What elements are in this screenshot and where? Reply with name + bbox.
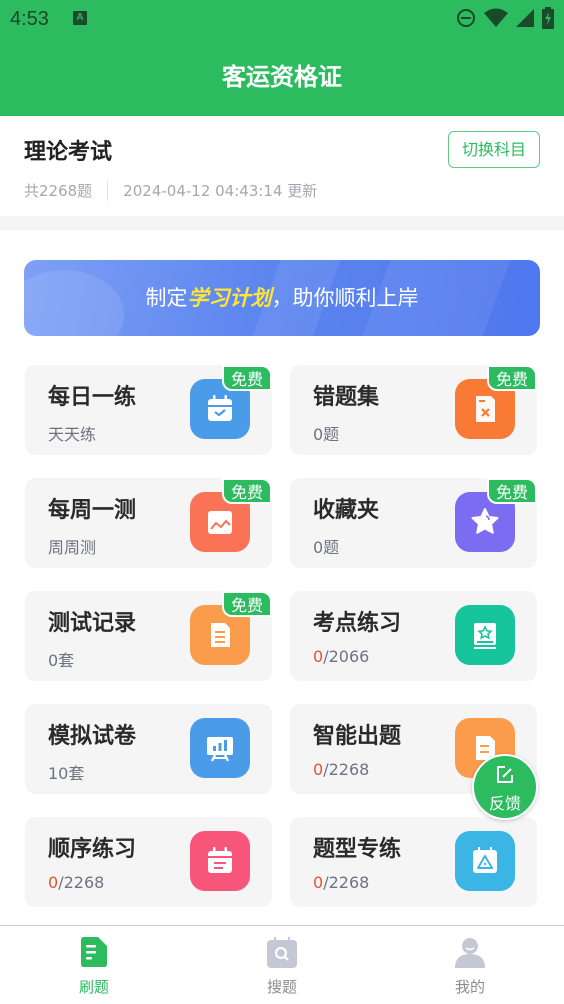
subject-panel: 理论考试 切换科目 共2268题 2024-04-12 04:43:14 更新 [0,116,564,216]
feedback-button[interactable]: 反馈 [472,754,538,820]
feature-card[interactable]: 模拟试卷 10套 [25,704,272,794]
study-plan-banner[interactable]: 制定学习计划，助你顺利上岸 [24,260,540,336]
feedback-label: 反馈 [488,794,521,813]
free-badge: 免费 [222,478,272,504]
card-subtitle: 天天练 [48,425,97,444]
practice-icon [81,937,107,967]
status-time: 4:53 [10,8,49,30]
banner-highlight: 学习计划 [187,286,272,310]
presentation-icon [190,718,250,778]
progress-total: /2268 [323,760,370,779]
card-title: 顺序练习 [48,837,137,862]
feature-card[interactable]: 题型专练 0/2268 [290,817,537,907]
card-subtitle: 0/2268 [48,873,104,892]
signal-icon [516,9,534,27]
card-subtitle: 0题 [313,425,340,444]
free-badge: 免费 [222,591,272,617]
card-subtitle: 0题 [313,538,340,557]
page-title: 客运资格证 [222,63,342,91]
card-title: 收藏夹 [313,498,380,523]
banner-text: 制定学习计划，助你顺利上岸 [24,282,540,312]
progress-total: /2066 [323,647,370,666]
subject-title: 理论考试 [24,140,113,165]
banner-suffix: ，助你顺利上岸 [271,286,419,310]
free-badge: 免费 [487,365,537,391]
bottom-nav: 刷题 搜题 我的 [0,925,564,1004]
feature-card[interactable]: 收藏夹 0题 免费 [290,478,537,568]
list-calendar-icon [190,831,250,891]
card-title: 测试记录 [48,611,137,636]
search-question-icon [267,937,297,968]
card-title: 每日一练 [48,385,137,410]
nav-label: 搜题 [266,978,297,996]
do-not-disturb-icon [457,9,475,27]
card-subtitle: 0套 [48,651,75,670]
progress-total: /2268 [58,873,105,892]
edit-icon [497,766,513,783]
card-subtitle: 0/2066 [313,647,369,666]
nav-label: 刷题 [78,978,109,996]
card-title: 考点练习 [313,611,402,636]
feature-card[interactable]: 错题集 0题 免费 [290,365,537,455]
progress-done: 0 [313,647,324,666]
switch-subject-button[interactable]: 切换科目 [448,131,540,168]
progress-done: 0 [313,760,324,779]
card-title: 智能出题 [313,724,402,749]
feature-card[interactable]: 测试记录 0套 免费 [25,591,272,681]
progress-total: /2268 [323,873,370,892]
subject-meta: 共2268题 2024-04-12 04:43:14 更新 [24,180,317,201]
card-title: 模拟试卷 [48,724,137,749]
free-badge: 免费 [222,365,272,391]
wifi-icon [484,8,508,27]
status-icons [456,7,554,29]
profile-icon [455,938,485,968]
star-book-icon [455,605,515,665]
a-icon: A [73,11,87,25]
question-total: 共2268题 [24,182,93,200]
nav-item-search[interactable]: 搜题 [188,926,376,1004]
triangle-calendar-icon [455,831,515,891]
card-subtitle: 10套 [48,764,85,783]
nav-item-practice[interactable]: 刷题 [0,926,188,1004]
card-title: 题型专练 [313,837,402,862]
progress-done: 0 [48,873,59,892]
nav-item-profile[interactable]: 我的 [376,926,564,1004]
section-divider [0,216,564,230]
banner-prefix: 制定 [145,286,188,310]
battery-charging-icon [542,7,554,29]
top-bar: 4:53 A 客运资格证 [0,0,564,116]
card-subtitle: 0/2268 [313,760,369,779]
feature-card[interactable]: 每日一练天天练 免费 [25,365,272,455]
card-title: 错题集 [313,385,380,410]
card-subtitle: 周周测 [48,538,97,557]
feature-card[interactable]: 每周一测周周测 免费 [25,478,272,568]
feature-card[interactable]: 考点练习 0/2066 [290,591,537,681]
feature-card[interactable]: 顺序练习 0/2268 [25,817,272,907]
progress-done: 0 [313,873,324,892]
card-subtitle: 0/2268 [313,873,369,892]
card-title: 每周一测 [48,498,137,523]
update-time: 2024-04-12 04:43:14 更新 [123,182,318,200]
meta-divider [107,180,109,201]
nav-label: 我的 [454,978,485,996]
free-badge: 免费 [487,478,537,504]
